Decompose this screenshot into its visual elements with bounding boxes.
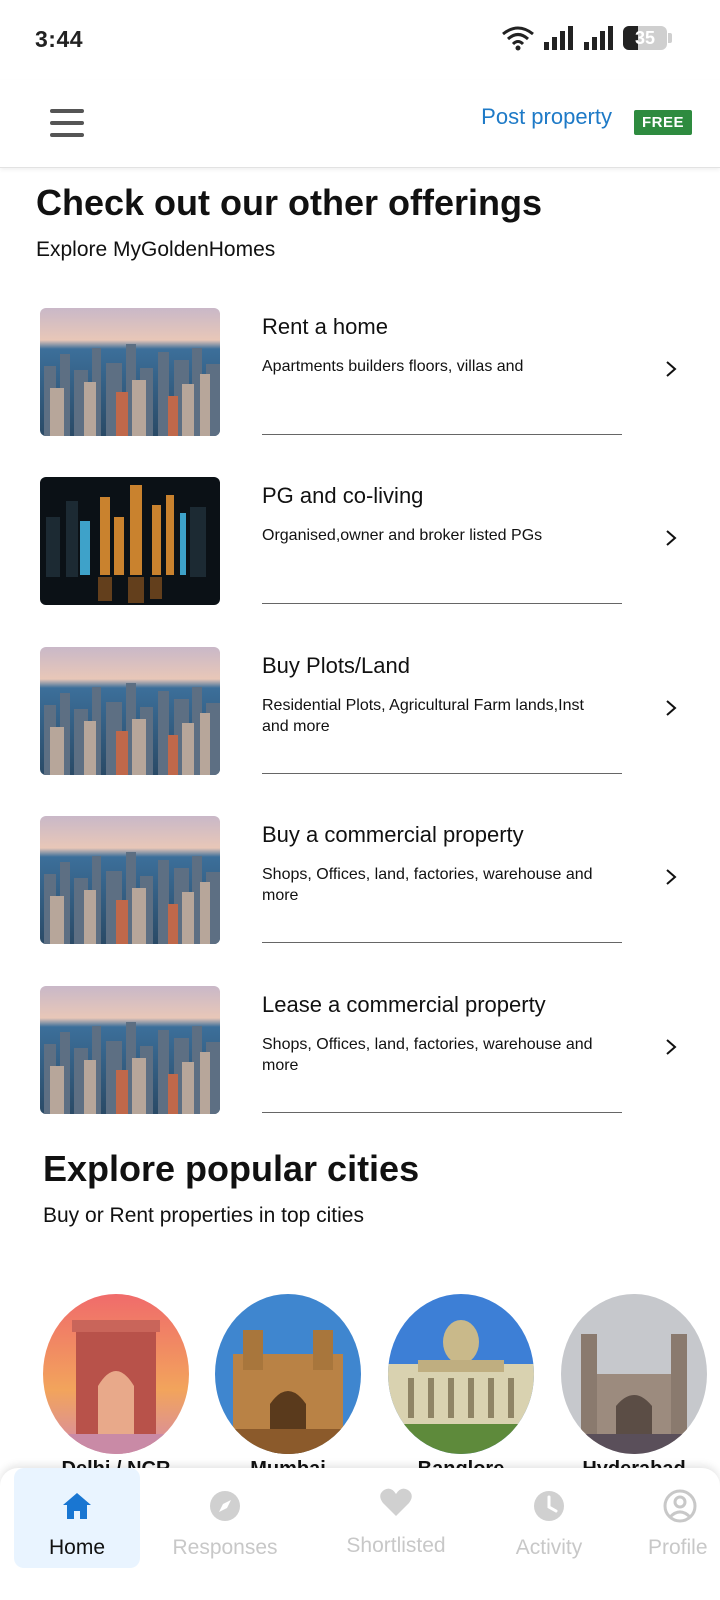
chevron-right-icon [666,869,677,885]
battery-icon: 35 [623,26,667,50]
city-image [388,1294,534,1454]
free-badge[interactable]: FREE [633,110,692,135]
city-hyderabad[interactable] [561,1294,707,1454]
heart-icon [380,1488,412,1516]
cities-title: Explore popular cities [43,1148,420,1189]
user-icon [663,1489,697,1523]
nav-activity[interactable]: Activity [486,1468,612,1568]
offer-description: Shops, Offices, land, factories, warehou… [262,1036,593,1074]
offer-divider [262,1112,622,1113]
chevron-right-icon [666,530,677,546]
city-mumbai[interactable] [215,1294,361,1454]
wifi-icon [502,26,534,51]
chevron-right-icon [666,361,677,377]
status-bar: 3:44 35 [0,0,720,80]
nav-home[interactable]: Home [14,1468,140,1568]
nav-shortlisted[interactable]: Shortlisted [333,1468,459,1568]
offer-pg-coliving[interactable]: PG and co-living Organised,owner and bro… [0,477,720,617]
nav-label: Home [48,1536,106,1559]
offer-divider [262,942,622,943]
offer-lease-commercial[interactable]: Lease a commercial property Shops, Offic… [0,986,720,1126]
offer-description: Apartments builders floors, villas and [262,358,524,375]
nav-label: Shortlisted [346,1534,446,1557]
offer-buy-commercial[interactable]: Buy a commercial property Shops, Offices… [0,816,720,956]
city-banglore[interactable] [388,1294,534,1454]
offer-title: Lease a commercial property [262,992,546,1017]
menu-bar [50,133,84,137]
nav-responses[interactable]: Responses [162,1468,288,1568]
chevron-right-icon [666,700,677,716]
offer-divider [262,434,622,435]
chevron-right-icon [666,1039,677,1055]
city-delhi[interactable] [43,1294,189,1454]
battery-cap [668,33,672,43]
nav-label: Responses [172,1536,278,1559]
menu-button[interactable] [48,106,86,140]
offer-divider [262,773,622,774]
nav-label: Activity [515,1536,583,1559]
offer-title: Buy Plots/Land [262,653,410,678]
offer-buy-plots[interactable]: Buy Plots/Land Residential Plots, Agricu… [0,647,720,787]
offer-title: Rent a home [262,314,388,339]
city-image [43,1294,189,1454]
offer-description: Organised,owner and broker listed PGs [262,527,543,544]
offer-image [40,647,220,775]
cities-subtitle: Buy or Rent properties in top cities [43,1204,364,1227]
menu-bar [50,109,84,113]
offer-description: Shops, Offices, land, factories, warehou… [262,866,593,904]
home-icon [63,1493,91,1519]
compass-icon [210,1491,240,1521]
offer-title: PG and co-living [262,483,424,508]
city-image [561,1294,707,1454]
nav-profile[interactable]: Profile [630,1468,720,1568]
offer-rent-home[interactable]: Rent a home Apartments builders floors, … [0,308,720,448]
offer-image [40,308,220,436]
offerings-title: Check out our other offerings [36,182,543,223]
nav-label: Profile [648,1536,708,1559]
signal-icon-2 [584,26,613,50]
signal-icon [544,26,573,50]
offer-image [40,477,220,605]
offer-divider [262,603,622,604]
status-icons: 35 [501,25,672,51]
menu-bar [50,121,84,125]
clock-icon [534,1491,564,1521]
status-time: 3:44 [35,26,84,52]
app-header: Post property FREE [0,80,720,168]
offer-image [40,816,220,944]
battery-level: 35 [634,28,656,48]
offerings-subtitle: Explore MyGoldenHomes [36,238,276,261]
offer-title: Buy a commercial property [262,822,524,847]
offer-description: Residential Plots, Agricultural Farm lan… [262,697,584,735]
bottom-nav: Home Responses Shortlisted Activity Prof… [0,1468,720,1600]
post-property-link[interactable]: Post property [481,104,612,130]
offer-image [40,986,220,1114]
city-image [215,1294,361,1454]
